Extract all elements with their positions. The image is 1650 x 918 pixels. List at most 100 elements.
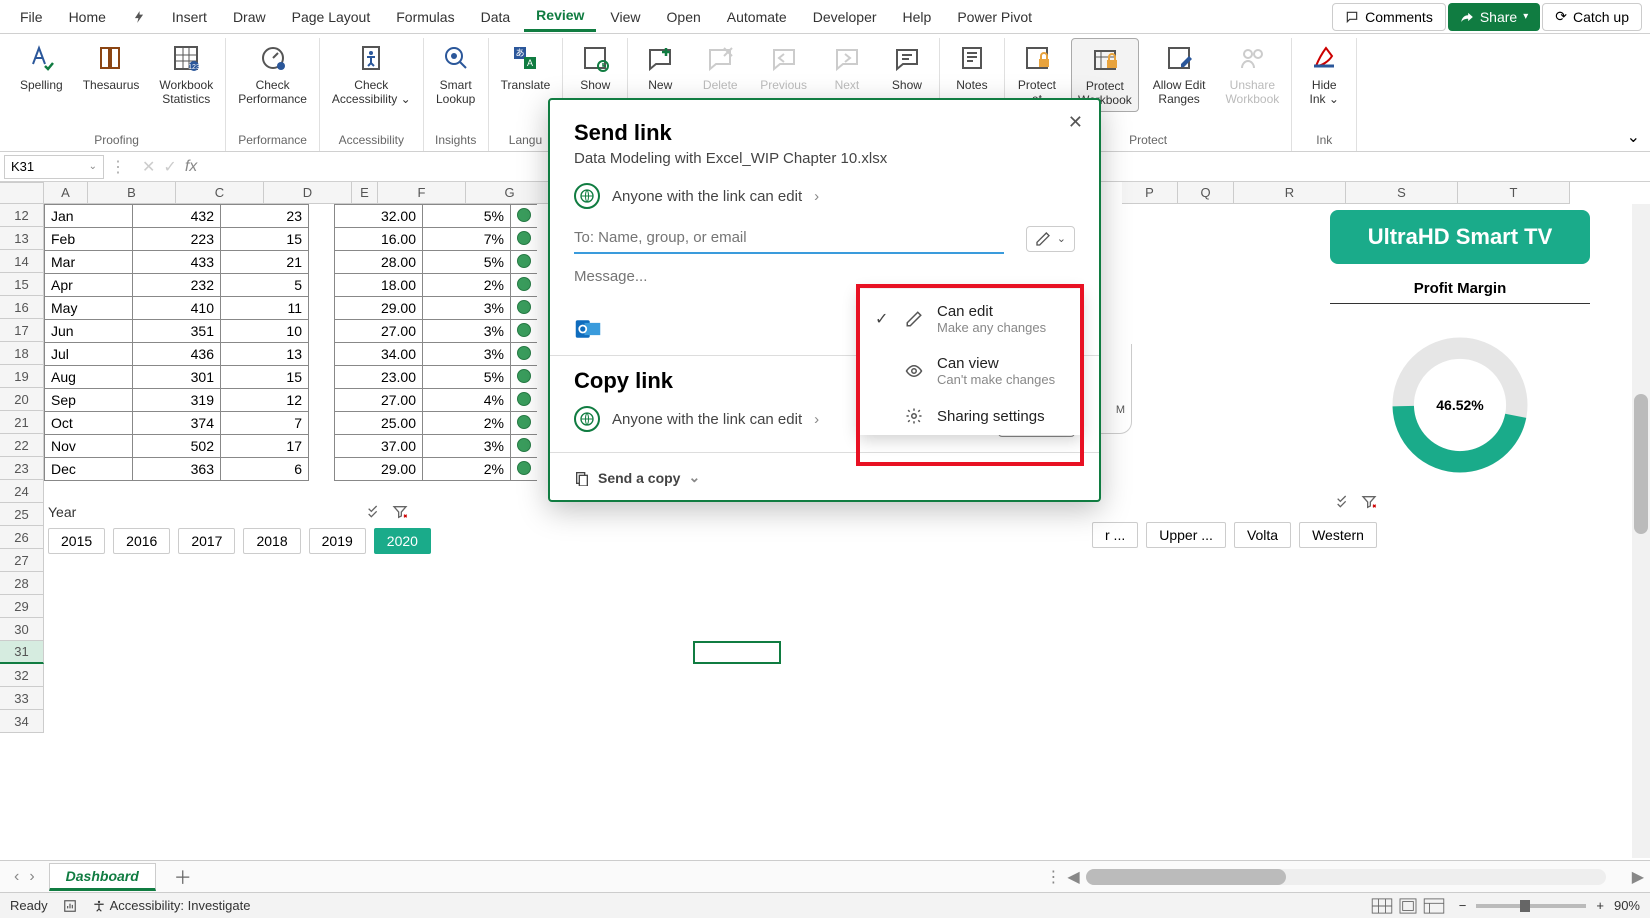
cell[interactable]: 27.00 [335,389,423,412]
thesaurus-button[interactable]: Thesaurus [77,38,146,96]
tab-insert[interactable]: Insert [160,3,219,31]
cell[interactable]: 3% [423,297,511,320]
comments-button[interactable]: Comments [1332,3,1446,31]
cell[interactable]: 3% [423,320,511,343]
horizontal-scrollbar[interactable] [1086,869,1606,885]
sheet-tab-dashboard[interactable]: Dashboard [49,863,156,891]
allow-edit-ranges-button[interactable]: Allow Edit Ranges [1147,38,1212,110]
row-header[interactable]: 27 [0,549,44,572]
notes-button[interactable]: Notes [946,38,998,96]
cell[interactable]: 29.00 [335,297,423,320]
smart-lookup-button[interactable]: Smart Lookup [430,38,482,110]
row-header[interactable]: 22 [0,434,44,457]
select-all-corner[interactable] [0,182,44,204]
share-button[interactable]: Share ▾ [1448,3,1540,31]
cell[interactable]: Jun [45,320,133,343]
spelling-button[interactable]: Spelling [14,38,69,96]
row-header[interactable]: 13 [0,227,44,250]
multiselect-icon[interactable] [1335,494,1351,510]
tab-automate[interactable]: Automate [715,3,799,31]
tab-draw[interactable]: Draw [221,3,278,31]
row-header[interactable]: 15 [0,273,44,296]
cell[interactable]: May [45,297,133,320]
cell[interactable]: 3% [423,435,511,458]
tab-file[interactable]: File [8,3,55,31]
stats-icon[interactable] [62,899,78,913]
accessibility-status[interactable]: Accessibility: Investigate [92,898,251,913]
cell[interactable]: 351 [133,320,221,343]
region-option[interactable]: Western [1299,522,1377,548]
cell[interactable]: 3% [423,343,511,366]
translate-button[interactable]: あATranslate [495,38,557,96]
cell[interactable]: 436 [133,343,221,366]
cell[interactable]: 5% [423,366,511,389]
sheet-prev-icon[interactable]: ‹ [14,868,19,886]
cell[interactable]: 223 [133,228,221,251]
perm-can-view[interactable]: Can view Can't make changes [859,345,1081,397]
cell[interactable]: Jul [45,343,133,366]
row-header[interactable]: 34 [0,710,44,733]
region-option[interactable]: Upper ... [1146,522,1226,548]
col-header[interactable]: R [1234,182,1346,204]
tab-lightning[interactable] [120,2,158,32]
tab-power-pivot[interactable]: Power Pivot [945,3,1044,31]
cell[interactable]: 32.00 [335,205,423,228]
cell[interactable]: 23.00 [335,366,423,389]
col-header[interactable]: A [44,182,88,204]
send-copy-button[interactable]: Send a copy ⌄ [574,465,1075,486]
cell[interactable]: 23 [221,205,309,228]
new-comment-button[interactable]: New [634,38,686,96]
vertical-scrollbar[interactable] [1632,204,1650,858]
multiselect-icon[interactable] [366,504,382,520]
row-header[interactable]: 25 [0,503,44,526]
cell[interactable]: 5% [423,251,511,274]
region-option[interactable]: r ... [1092,522,1138,548]
show-changes-button[interactable]: Show [569,38,621,96]
region-option[interactable]: Volta [1234,522,1291,548]
row-header[interactable]: 21 [0,411,44,434]
row-header[interactable]: 23 [0,457,44,480]
cell[interactable]: Jan [45,205,133,228]
row-header[interactable]: 32 [0,664,44,687]
cell[interactable]: 7% [423,228,511,251]
sheet-options-icon[interactable]: ⋮ [1045,867,1061,887]
cell[interactable]: 432 [133,205,221,228]
zoom-out-icon[interactable]: − [1459,898,1467,913]
row-header[interactable]: 17 [0,319,44,342]
cell[interactable]: 28.00 [335,251,423,274]
cell[interactable]: Apr [45,274,133,297]
year-option[interactable]: 2016 [113,528,170,554]
tab-formulas[interactable]: Formulas [384,3,466,31]
view-mode-buttons[interactable] [1371,898,1445,914]
cell[interactable]: 7 [221,412,309,435]
col-header[interactable]: B [88,182,176,204]
recipients-input[interactable] [574,223,1004,254]
cell[interactable]: 374 [133,412,221,435]
cell[interactable]: Feb [45,228,133,251]
row-header[interactable]: 28 [0,572,44,595]
col-header[interactable]: F [378,182,466,204]
zoom-control[interactable]: − + 90% [1459,898,1640,913]
add-sheet-button[interactable]: ＋ [162,864,204,890]
cell[interactable]: 6 [221,458,309,481]
close-icon[interactable]: ✕ [1068,112,1083,133]
tab-home[interactable]: Home [57,3,118,31]
col-header[interactable]: T [1458,182,1570,204]
cell[interactable]: Sep [45,389,133,412]
row-header[interactable]: 20 [0,388,44,411]
cell[interactable]: 5 [221,274,309,297]
cell[interactable]: 25.00 [335,412,423,435]
cell[interactable]: 301 [133,366,221,389]
cell[interactable]: 232 [133,274,221,297]
row-header[interactable]: 24 [0,480,44,503]
row-header[interactable]: 30 [0,618,44,641]
cell[interactable]: 18.00 [335,274,423,297]
cell[interactable]: 16.00 [335,228,423,251]
cell[interactable]: 21 [221,251,309,274]
name-box[interactable]: K31 ⌄ [4,155,104,179]
cell[interactable]: Dec [45,458,133,481]
tab-view[interactable]: View [598,3,652,31]
link-scope-button[interactable]: Anyone with the link can edit › [574,177,1075,223]
copy-link-scope-button[interactable]: Anyone with the link can edit › [574,398,819,440]
tab-open[interactable]: Open [655,3,713,31]
